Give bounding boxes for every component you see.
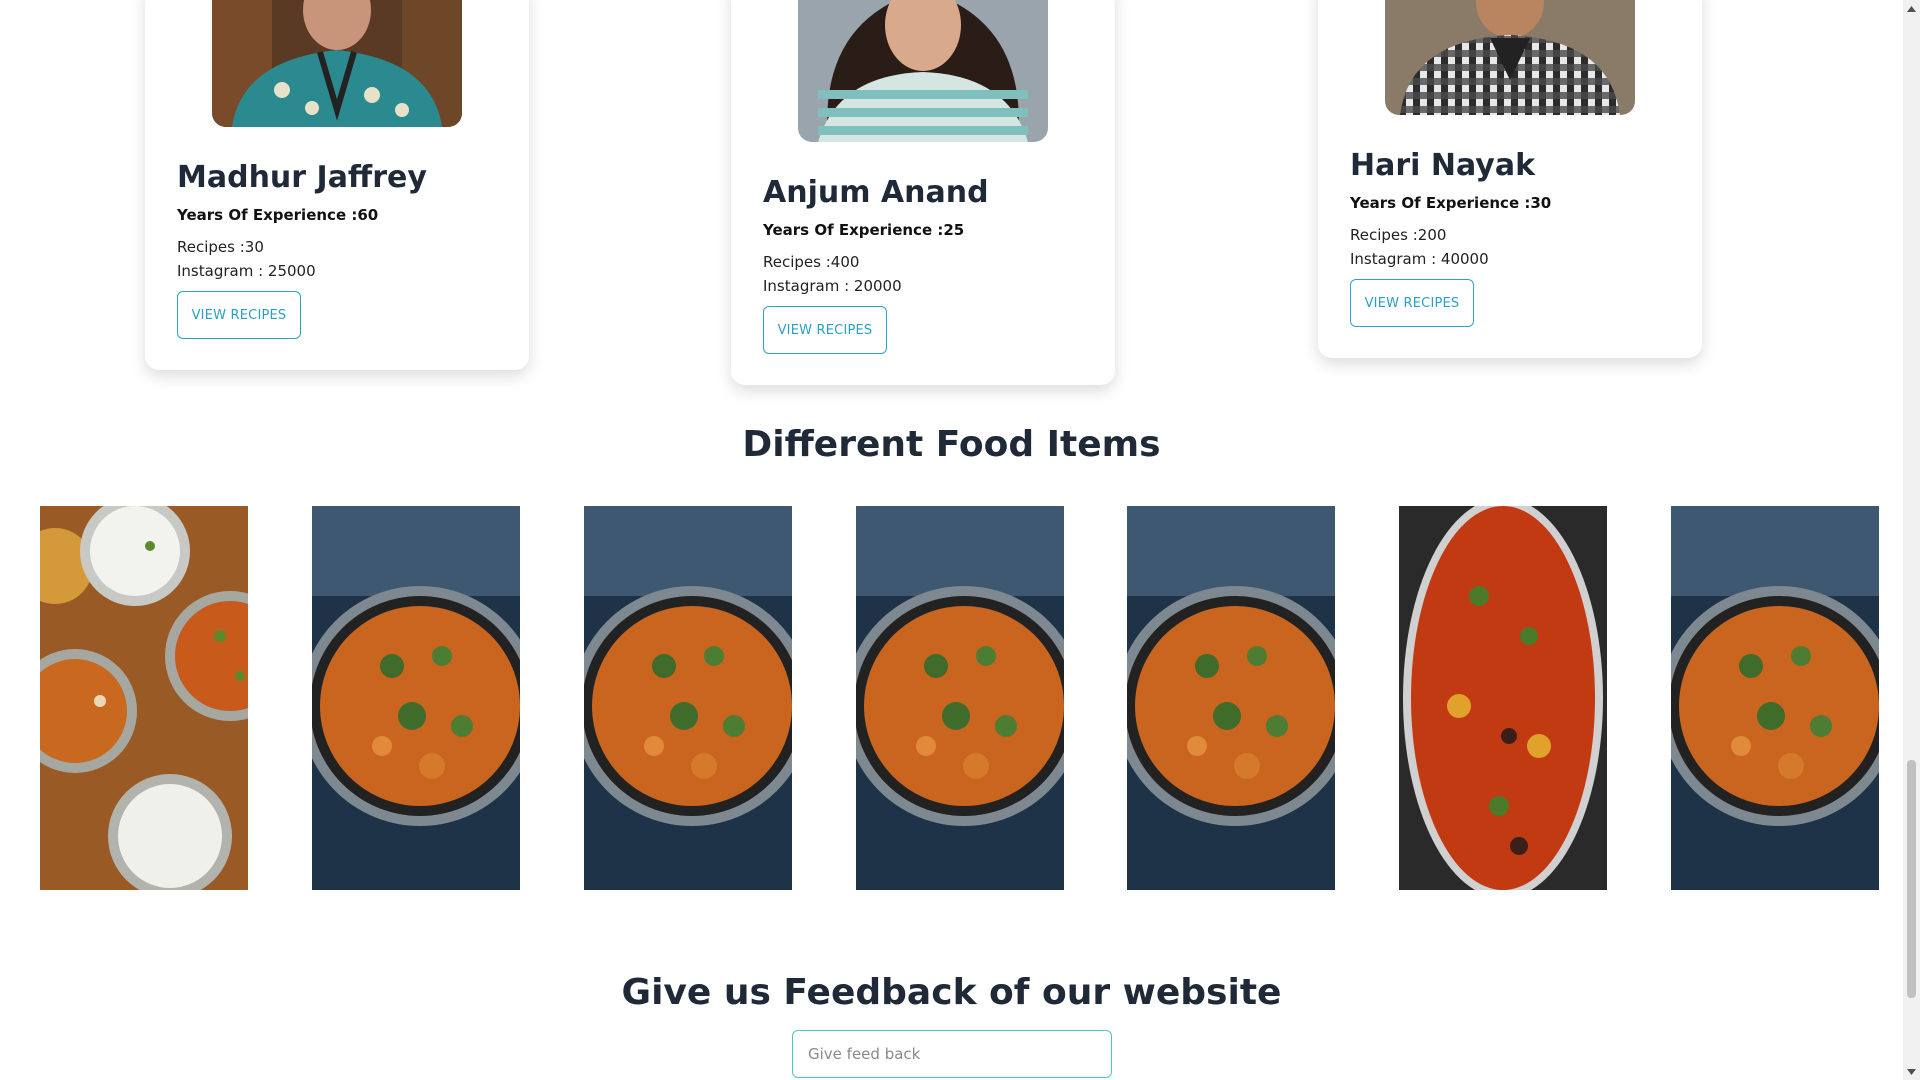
chef-experience: Years Of Experience :30: [1350, 194, 1552, 212]
view-recipes-button[interactable]: VIEW RECIPES: [177, 291, 301, 339]
chef-card-madhur-jaffrey: Madhur Jaffrey Years Of Experience :60 R…: [145, 0, 529, 370]
scroll-up-arrow-icon[interactable]: [1903, 0, 1920, 17]
food-image-curry-pan: [1671, 506, 1879, 890]
food-image-curry-pan: [312, 506, 520, 890]
chef-name: Madhur Jaffrey: [177, 160, 427, 195]
food-image-curry-pan: [1127, 506, 1335, 890]
chef-instagram: Instagram : 25000: [177, 262, 316, 280]
feedback-input[interactable]: [792, 1030, 1112, 1078]
chef-instagram: Instagram : 20000: [763, 277, 902, 295]
food-image-curry-bowls: [40, 506, 248, 890]
chef-name: Hari Nayak: [1350, 148, 1536, 183]
chef-instagram: Instagram : 40000: [1350, 250, 1489, 268]
food-image-curry-pan: [584, 506, 792, 890]
feedback-title: Give us Feedback of our website: [621, 972, 1282, 1013]
view-recipes-button[interactable]: VIEW RECIPES: [763, 306, 887, 354]
chef-experience: Years Of Experience :60: [177, 206, 379, 224]
chef-experience: Years Of Experience :25: [763, 221, 965, 239]
chef-name: Anjum Anand: [763, 175, 989, 210]
scrollbar-thumb[interactable]: [1907, 760, 1916, 998]
chef-photo: [1385, 0, 1635, 115]
view-recipes-button[interactable]: VIEW RECIPES: [1350, 279, 1474, 327]
chef-photo: [798, 0, 1048, 142]
chef-photo: [212, 0, 462, 127]
chef-recipes: Recipes :400: [763, 253, 860, 271]
food-image-stock-curry: [1399, 506, 1607, 890]
chef-card-hari-nayak: Hari Nayak Years Of Experience :30 Recip…: [1318, 0, 1702, 358]
scroll-down-arrow-icon[interactable]: [1903, 1063, 1920, 1080]
chef-card-anjum-anand: Anjum Anand Years Of Experience :25 Reci…: [731, 0, 1115, 385]
page-scrollbar[interactable]: [1903, 0, 1920, 1080]
food-section-title: Different Food Items: [742, 424, 1161, 465]
food-image-curry-pan: [856, 506, 1064, 890]
chef-recipes: Recipes :200: [1350, 226, 1447, 244]
chef-recipes: Recipes :30: [177, 238, 264, 256]
